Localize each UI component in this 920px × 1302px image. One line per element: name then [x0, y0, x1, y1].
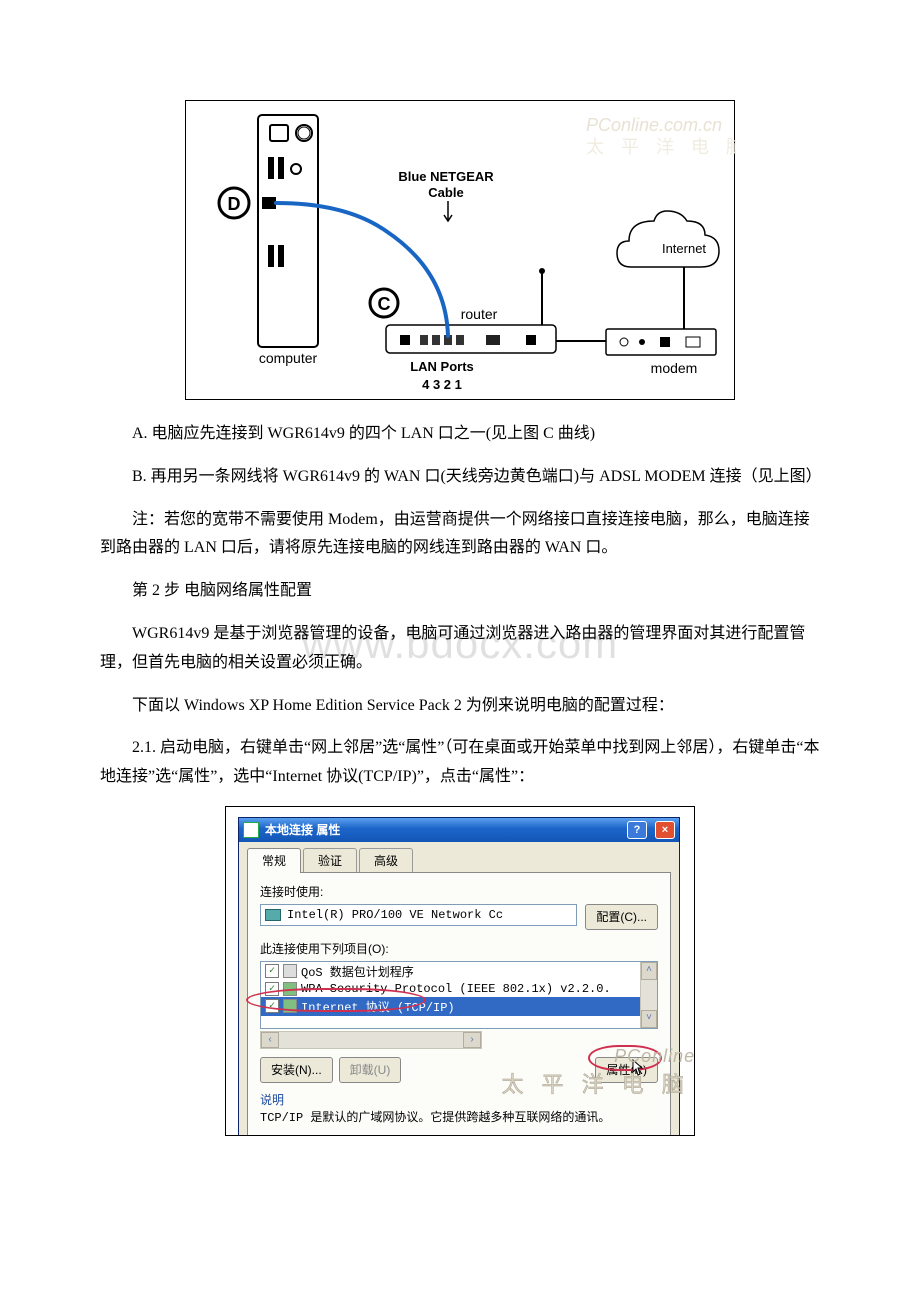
svg-text:C: C: [378, 294, 391, 314]
modem-device: modem: [606, 329, 716, 376]
description-label: 说明: [260, 1093, 284, 1107]
fig1-watermark2: 太 平 洋 电 脑 网: [586, 137, 736, 157]
connect-using-label: 连接时使用:: [260, 883, 658, 900]
svg-text:Cable: Cable: [428, 185, 463, 200]
svg-text:Blue NETGEAR: Blue NETGEAR: [398, 169, 494, 184]
svg-text:Internet: Internet: [662, 241, 706, 256]
tab-general[interactable]: 常规: [247, 848, 301, 873]
properties-button[interactable]: 属性(R): [595, 1057, 658, 1083]
dialog-title: 本地连接 属性: [265, 821, 619, 838]
computer-device: computer: [258, 115, 318, 366]
paragraph-b: B. 再用另一条网线将 WGR614v9 的 WAN 口(天线旁边黄色端口)与 …: [100, 463, 820, 492]
close-button[interactable]: ×: [655, 821, 675, 839]
paragraph-desc: WGR614v9 是基于浏览器管理的设备，电脑可通过浏览器进入路由器的管理界面对…: [100, 620, 820, 678]
items-label: 此连接使用下列项目(O):: [260, 940, 658, 957]
nic-icon: [265, 909, 281, 921]
list-item-label: QoS 数据包计划程序: [301, 963, 414, 980]
horizontal-scrollbar[interactable]: ‹ ›: [260, 1031, 482, 1049]
svg-text:computer: computer: [259, 350, 318, 366]
paragraph-a: A. 电脑应先连接到 WGR614v9 的四个 LAN 口之一(见上图 C 曲线…: [100, 420, 820, 449]
scroll-down-icon[interactable]: ˅: [641, 1010, 657, 1028]
tabs-bar: 常规 验证 高级: [239, 842, 679, 873]
dialog-window: 本地连接 属性 ? × 常规 验证 高级 连接时使用: Intel(R) PRO…: [238, 817, 680, 1136]
svg-text:router: router: [461, 306, 498, 322]
paragraph-21: 2.1. 启动电脑，右键单击“网上邻居”选“属性”（可在桌面或开始菜单中找到网上…: [100, 734, 820, 792]
checkbox-icon[interactable]: ✓: [265, 964, 279, 978]
dialog-titlebar[interactable]: 本地连接 属性 ? ×: [239, 818, 679, 842]
paragraph-note: 注：若您的宽带不需要使用 Modem，由运营商提供一个网络接口直接连接电脑，那么…: [100, 506, 820, 564]
adapter-field[interactable]: Intel(R) PRO/100 VE Network Cc: [260, 904, 577, 926]
uninstall-button[interactable]: 卸载(U): [339, 1057, 402, 1083]
label-d: D: [219, 188, 249, 218]
scroll-left-icon[interactable]: ‹: [261, 1032, 279, 1048]
components-listbox[interactable]: ✓ QoS 数据包计划程序 ✓ WPA Security Protocol (I…: [260, 961, 658, 1029]
svg-text:4 3 2 1: 4 3 2 1: [422, 377, 462, 392]
window-icon: [243, 822, 259, 838]
tab-advanced[interactable]: 高级: [359, 848, 413, 873]
list-item-tcpip[interactable]: ✓ Internet 协议 (TCP/IP): [261, 997, 657, 1016]
description-text: TCP/IP 是默认的广域网协议。它提供跨越多种互联网络的通讯。: [260, 1111, 610, 1125]
paragraph-env: 下面以 Windows XP Home Edition Service Pack…: [100, 692, 820, 721]
component-icon: [283, 982, 297, 996]
list-item-label: Internet 协议 (TCP/IP): [301, 998, 455, 1015]
adapter-name: Intel(R) PRO/100 VE Network Cc: [287, 908, 503, 922]
internet-cloud: Internet: [617, 211, 719, 267]
component-icon: [283, 999, 297, 1013]
install-button[interactable]: 安装(N)...: [260, 1057, 333, 1083]
list-item[interactable]: ✓ QoS 数据包计划程序: [261, 962, 657, 981]
paragraph-step2: 第 2 步 电脑网络属性配置: [100, 577, 820, 606]
fig1-watermark1: PConline.com.cn: [586, 115, 722, 135]
svg-text:D: D: [228, 194, 241, 214]
tab-body: 连接时使用: Intel(R) PRO/100 VE Network Cc 配置…: [247, 872, 671, 1136]
checkbox-icon[interactable]: ✓: [265, 999, 279, 1013]
svg-text:modem: modem: [651, 360, 698, 376]
tab-auth[interactable]: 验证: [303, 848, 357, 873]
scroll-right-icon[interactable]: ›: [463, 1032, 481, 1048]
svg-text:LAN Ports: LAN Ports: [410, 359, 474, 374]
component-icon: [283, 964, 297, 978]
scroll-up-icon[interactable]: ˄: [641, 962, 657, 980]
screenshot-lan-properties: 本地连接 属性 ? × 常规 验证 高级 连接时使用: Intel(R) PRO…: [225, 806, 695, 1136]
vertical-scrollbar[interactable]: ˄ ˅: [640, 962, 657, 1028]
list-item-label: WPA Security Protocol (IEEE 802.1x) v2.2…: [301, 982, 611, 996]
configure-button[interactable]: 配置(C)...: [585, 904, 658, 930]
help-button[interactable]: ?: [627, 821, 647, 839]
list-item[interactable]: ✓ WPA Security Protocol (IEEE 802.1x) v2…: [261, 981, 657, 997]
router-device: router LAN Ports 4 3 2 1: [386, 268, 556, 392]
checkbox-icon[interactable]: ✓: [265, 982, 279, 996]
diagram-network-connection: PConline.com.cn 太 平 洋 电 脑 网 Internet mod…: [185, 100, 735, 400]
label-c: C: [370, 289, 398, 317]
